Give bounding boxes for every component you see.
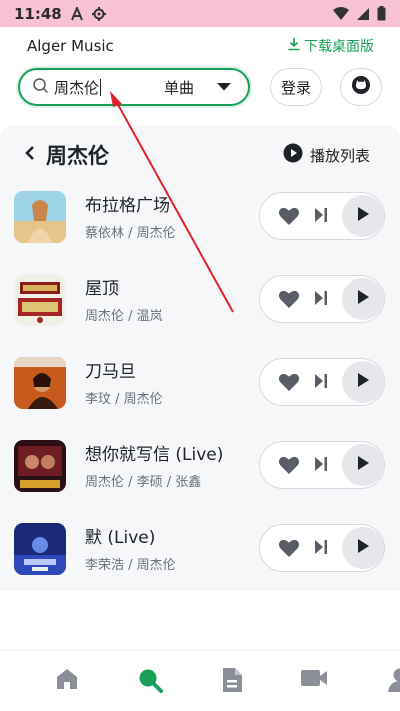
github-icon: [351, 75, 371, 99]
font-a-icon: [70, 6, 84, 21]
login-button[interactable]: 登录: [270, 68, 322, 106]
skip-next-icon[interactable]: [314, 373, 328, 393]
search-type-select[interactable]: 单曲: [164, 70, 232, 104]
text-caret: [100, 78, 102, 96]
song-artist: 李玟 / 周杰伦: [85, 392, 163, 407]
song-controls: [259, 275, 385, 323]
search-input[interactable]: 周杰伦 单曲: [18, 68, 250, 106]
search-icon: [32, 77, 49, 98]
cellular-signal-icon: [356, 7, 370, 21]
heart-icon[interactable]: [278, 372, 300, 396]
user-icon[interactable]: [384, 667, 400, 697]
play-icon: [356, 289, 370, 309]
song-item[interactable]: 刀马旦 李玟 / 周杰伦: [0, 349, 400, 419]
song-title: 默 (Live): [85, 528, 156, 548]
playlist-button[interactable]: 播放列表: [283, 143, 370, 167]
song-controls: [259, 524, 385, 572]
song-item[interactable]: 想你就写信 (Live) 周杰伦 / 李硕 / 张鑫: [0, 432, 400, 502]
results-header: 周杰伦 播放列表: [0, 135, 400, 175]
play-icon: [356, 206, 370, 226]
battery-icon: [377, 6, 386, 21]
file-icon[interactable]: [221, 667, 243, 697]
album-cover: [14, 440, 66, 492]
download-desktop-link[interactable]: 下载桌面版: [287, 36, 374, 56]
heart-icon[interactable]: [278, 289, 300, 313]
skip-next-icon[interactable]: [314, 207, 328, 227]
video-icon[interactable]: [300, 667, 328, 693]
album-cover: [14, 274, 66, 326]
song-artist: 周杰伦 / 温岚: [85, 309, 163, 324]
download-icon: [287, 37, 301, 55]
results-title: 周杰伦: [46, 144, 109, 168]
play-icon: [356, 455, 370, 475]
settings-gear-icon: [91, 6, 106, 21]
song-item[interactable]: 屋顶 周杰伦 / 温岚: [0, 266, 400, 336]
song-controls: [259, 192, 385, 240]
play-button[interactable]: [342, 278, 384, 320]
bottom-nav: [0, 650, 400, 711]
heart-icon[interactable]: [278, 206, 300, 230]
play-icon: [356, 538, 370, 558]
search-type-label: 单曲: [164, 78, 195, 97]
heart-icon[interactable]: [278, 455, 300, 479]
play-icon: [356, 372, 370, 392]
song-controls: [259, 441, 385, 489]
play-button[interactable]: [342, 444, 384, 486]
home-icon[interactable]: [55, 667, 79, 695]
back-chevron-icon[interactable]: [24, 145, 36, 165]
play-button[interactable]: [342, 361, 384, 403]
wifi-icon: [333, 6, 349, 21]
skip-next-icon[interactable]: [314, 539, 328, 559]
song-artist: 蔡依林 / 周杰伦: [85, 226, 176, 241]
skip-next-icon[interactable]: [314, 456, 328, 476]
dropdown-caret-icon: [216, 78, 232, 96]
album-cover: [14, 357, 66, 409]
search-query: 周杰伦: [54, 78, 100, 97]
song-title: 布拉格广场: [85, 196, 170, 216]
play-button[interactable]: [342, 527, 384, 569]
play-button[interactable]: [342, 195, 384, 237]
album-cover: [14, 191, 66, 243]
app-header: Alger Music 下载桌面版: [0, 27, 400, 65]
playlist-label: 播放列表: [309, 146, 370, 165]
status-time: 11:48: [14, 4, 62, 23]
skip-next-icon[interactable]: [314, 290, 328, 310]
song-item[interactable]: 布拉格广场 蔡依林 / 周杰伦: [0, 183, 400, 253]
song-artist: 周杰伦 / 李硕 / 张鑫: [85, 475, 202, 490]
github-button[interactable]: [340, 68, 382, 106]
search-row: 周杰伦 单曲 登录: [0, 66, 400, 110]
heart-icon[interactable]: [278, 538, 300, 562]
song-artist: 李荣浩 / 周杰伦: [85, 558, 176, 573]
song-title: 屋顶: [85, 279, 119, 299]
search-icon[interactable]: [137, 667, 163, 697]
song-title: 想你就写信 (Live): [85, 445, 224, 465]
search-results-panel: 周杰伦 播放列表 布拉格广场 蔡依林 / 周杰伦 屋顶 周杰伦 / 温岚 刀马旦…: [0, 125, 400, 591]
play-circle-icon: [283, 143, 303, 167]
song-item[interactable]: 默 (Live) 李荣浩 / 周杰伦: [0, 515, 400, 585]
song-controls: [259, 358, 385, 406]
song-title: 刀马旦: [85, 362, 136, 382]
download-label: 下载桌面版: [304, 39, 374, 55]
status-bar: 11:48: [0, 0, 400, 27]
app-title: Alger Music: [27, 37, 114, 55]
album-cover: [14, 523, 66, 575]
